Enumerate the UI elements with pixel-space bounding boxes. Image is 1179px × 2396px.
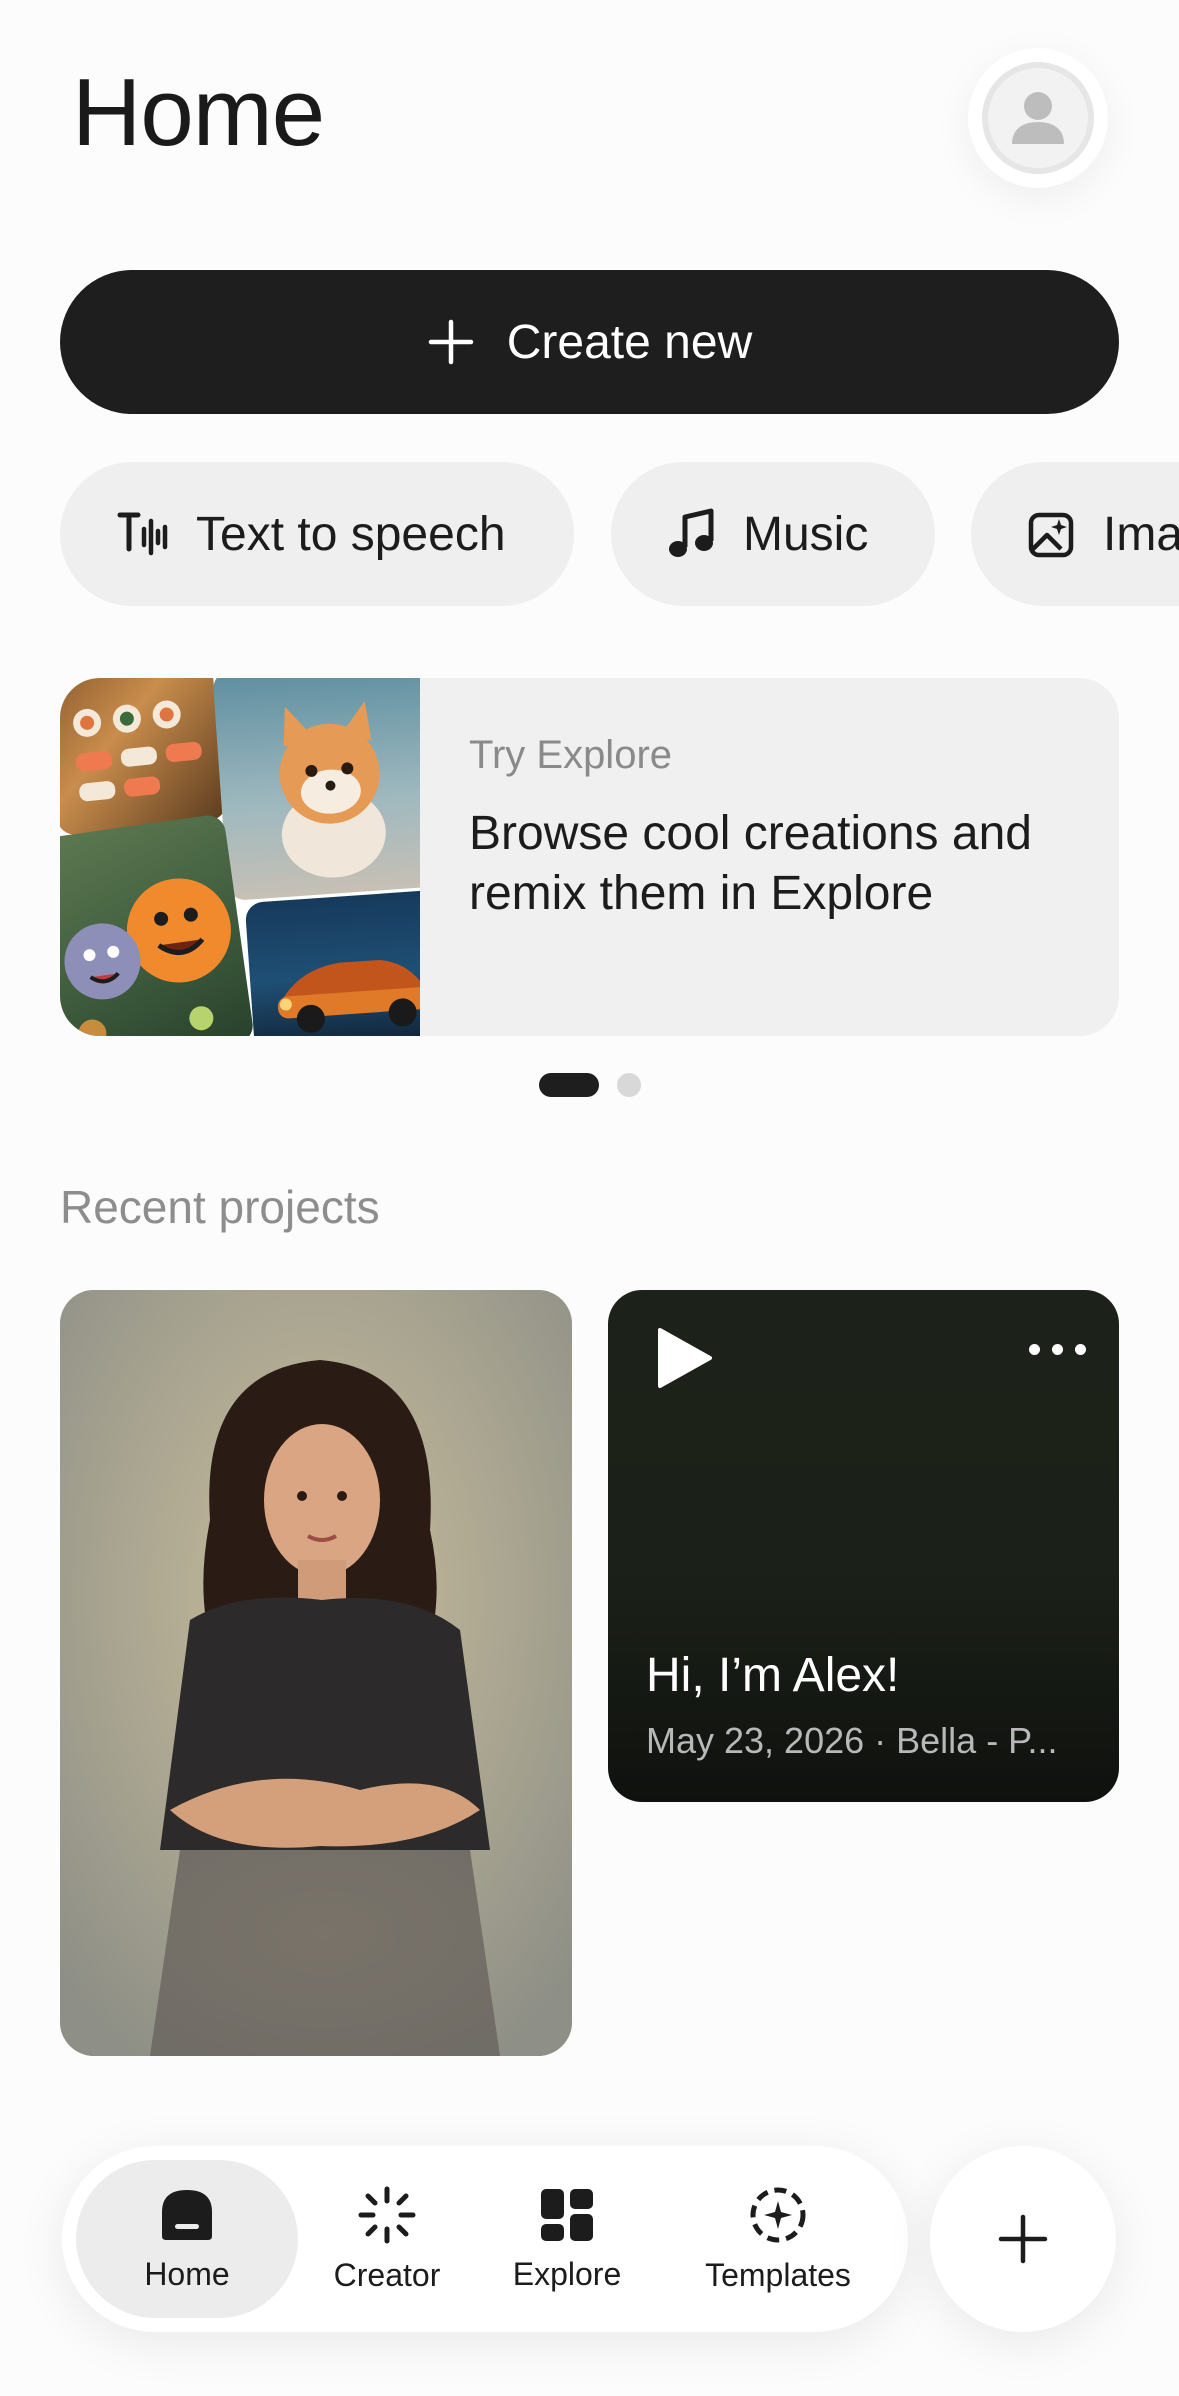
quick-actions-row: Text to speech Music Ima	[60, 462, 1179, 606]
tab-creator[interactable]: Creator	[302, 2160, 472, 2318]
avatar-button[interactable]	[968, 48, 1108, 188]
text-to-speech-icon	[117, 512, 168, 556]
tab-label: Explore	[512, 2255, 622, 2292]
create-new-button[interactable]: Create new	[60, 270, 1119, 414]
image-sparkle-icon	[1028, 512, 1074, 558]
monsters-thumbnail	[60, 813, 256, 1036]
page-title: Home	[72, 59, 325, 166]
chip-text-to-speech[interactable]: Text to speech	[60, 462, 574, 606]
templates-icon	[750, 2187, 806, 2242]
pager-dot[interactable]	[617, 1073, 641, 1097]
project-card-portrait[interactable]	[60, 1290, 572, 2056]
explore-promo-card[interactable]: Try Explore Browse cool creations and re…	[60, 678, 1119, 1036]
car-thumbnail	[244, 889, 420, 1036]
explore-collage-image	[60, 678, 420, 1036]
bottom-tab-bar: Home Creator Explore Templates	[62, 2146, 908, 2332]
music-note-icon	[669, 508, 714, 557]
chip-label: Text to speech	[196, 507, 506, 561]
tab-home[interactable]: Home	[76, 2160, 298, 2318]
chip-label: Music	[743, 507, 869, 561]
explore-title: Browse cool creations and remix them in …	[469, 807, 1032, 920]
audio-card-meta: May 23, 2026 · Bella - P...	[646, 1720, 1058, 1761]
tab-label: Home	[144, 2255, 230, 2292]
pager-dot-active[interactable]	[539, 1073, 599, 1097]
sushi-thumbnail	[60, 678, 228, 837]
tab-label: Creator	[333, 2256, 441, 2293]
audio-card-title: Hi, I’m Alex!	[646, 1649, 900, 1702]
more-options-icon[interactable]	[1023, 1332, 1092, 1367]
carousel-pager	[539, 1073, 641, 1097]
explore-kicker: Try Explore	[469, 733, 673, 777]
home-screen: Home Create new Text to speech Music Ima…	[0, 0, 1179, 2396]
creator-sparkle-icon	[358, 2186, 416, 2243]
user-avatar-icon	[982, 62, 1094, 174]
tab-templates[interactable]: Templates	[668, 2160, 888, 2318]
create-new-label: Create new	[506, 315, 753, 369]
home-icon	[162, 2189, 212, 2240]
explore-grid-icon	[541, 2188, 593, 2241]
tab-label: Templates	[705, 2256, 851, 2293]
chip-music[interactable]: Music	[611, 462, 935, 606]
tab-explore[interactable]: Explore	[482, 2160, 652, 2318]
chip-label: Ima	[1103, 507, 1179, 561]
plus-icon	[428, 319, 474, 365]
shiba-thumbnail	[212, 678, 420, 902]
add-fab-button[interactable]	[930, 2146, 1116, 2332]
plus-icon	[998, 2214, 1048, 2264]
project-card-audio[interactable]: Hi, I’m Alex! May 23, 2026 · Bella - P..…	[608, 1290, 1119, 1802]
chip-image[interactable]: Ima	[971, 462, 1179, 606]
portrait-image	[60, 1290, 572, 2056]
play-icon[interactable]	[654, 1326, 714, 1390]
recent-projects-title: Recent projects	[60, 1181, 380, 1233]
